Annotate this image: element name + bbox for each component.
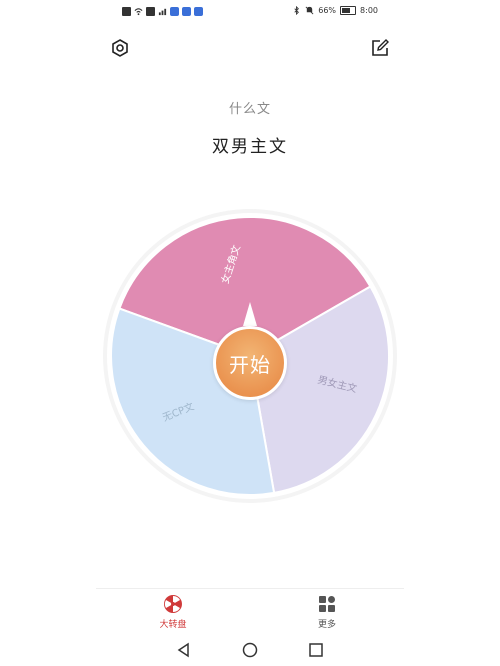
wheel-icon	[163, 594, 183, 614]
nav-item-wheel[interactable]: 大转盘	[133, 594, 213, 630]
recents-icon[interactable]	[308, 642, 324, 658]
grid-icon	[317, 594, 337, 614]
cloud-icon	[182, 7, 191, 16]
sim-icon	[146, 7, 155, 16]
nav-item-more[interactable]: 更多	[287, 594, 367, 630]
wifi-icon	[134, 7, 143, 16]
clock: 8:00	[360, 6, 378, 15]
status-left-icons	[122, 7, 203, 16]
nav-item-label: 大转盘	[159, 620, 187, 630]
system-nav-bar	[96, 634, 404, 666]
battery-icon	[340, 6, 357, 15]
back-icon[interactable]	[176, 642, 192, 658]
result-title: 双男主文	[212, 137, 288, 157]
status-bar: 66% 8:00	[96, 0, 404, 24]
notification-icon	[122, 7, 131, 16]
settings-gear-icon[interactable]	[110, 38, 130, 58]
wheel-pointer	[243, 302, 257, 326]
app-notification-icon	[170, 7, 179, 16]
app-screen: 66% 8:00 什么文 双男主文 女主角文 男女主文 无CP文 开始 大转盘 …	[96, 0, 404, 666]
mute-icon	[305, 6, 314, 15]
question-subtitle: 什么文	[228, 102, 271, 117]
edit-icon[interactable]	[370, 38, 390, 58]
bottom-nav: 大转盘 更多	[96, 588, 404, 635]
signal-icon	[158, 7, 167, 16]
status-right-icons: 66% 8:00	[292, 5, 378, 16]
start-button[interactable]: 开始	[213, 326, 287, 400]
nav-item-label: 更多	[317, 620, 336, 630]
home-icon[interactable]	[242, 642, 258, 658]
browser-icon	[194, 7, 203, 16]
battery-percent: 66%	[318, 6, 337, 15]
bluetooth-icon	[292, 5, 301, 16]
